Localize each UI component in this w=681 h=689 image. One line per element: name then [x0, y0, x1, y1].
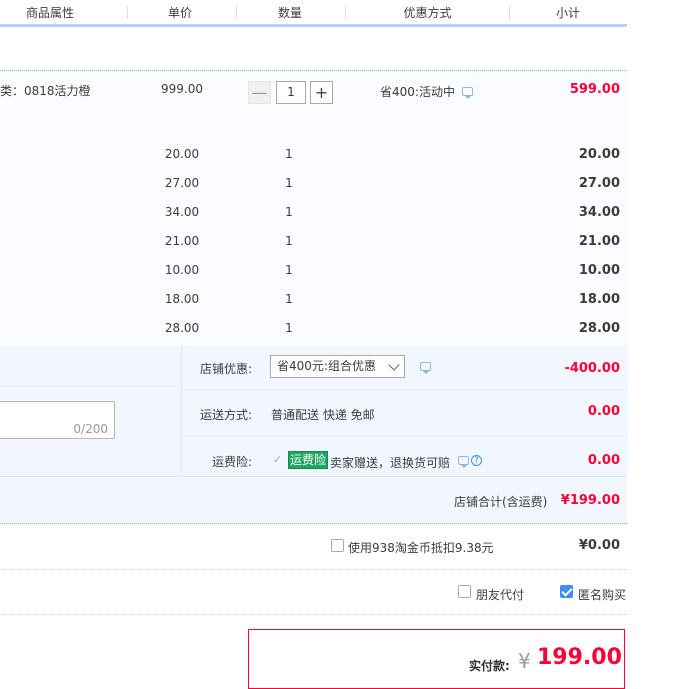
- gift-quantity: 1: [285, 263, 293, 277]
- message-icon[interactable]: [462, 87, 473, 99]
- gift-subtotal: 34.00: [578, 205, 620, 220]
- payment-currency: ¥: [518, 649, 531, 673]
- col-unit-price: 单价: [167, 6, 192, 20]
- shop-discount-label: 店铺优惠:: [199, 362, 252, 376]
- insurance-checkbox: ✓: [272, 453, 283, 466]
- help-icon[interactable]: ?: [471, 455, 482, 466]
- insurance-badge: 运费险: [288, 451, 329, 469]
- gift-unit-price: 20.00: [164, 147, 200, 161]
- message-icon[interactable]: [458, 456, 469, 468]
- shipping-label: 运送方式:: [199, 408, 252, 422]
- insurance-label: 运费险:: [211, 455, 252, 469]
- gift-subtotal: 20.00: [578, 147, 620, 162]
- item-subtotal: 599.00: [569, 82, 620, 97]
- shop-total-label: 店铺合计(含运费): [454, 495, 548, 509]
- gift-quantity: 1: [285, 147, 293, 161]
- shop-discount-select[interactable]: 省400元:组合优惠: [270, 355, 405, 378]
- gift-quantity: 1: [285, 321, 293, 335]
- col-divider: [509, 6, 510, 19]
- gift-quantity: 1: [285, 292, 293, 306]
- order-items-panel: [0, 70, 627, 347]
- row-divider: [0, 386, 181, 387]
- gift-quantity: 1: [285, 176, 293, 190]
- anonymous-purchase-checkbox[interactable]: [560, 585, 573, 598]
- divider: [0, 569, 627, 570]
- col-divider: [127, 6, 128, 19]
- item-unit-price: 999.00: [161, 82, 203, 96]
- shop-total-value: ¥199.00: [560, 493, 620, 508]
- buyer-memo-textarea[interactable]: 0/200: [0, 401, 115, 439]
- insurance-text: 卖家赠送，退换货可赔: [330, 456, 451, 470]
- gift-quantity: 1: [285, 234, 293, 248]
- col-divider: [236, 6, 237, 19]
- gift-quantity: 1: [285, 205, 293, 219]
- payment-amount: 199.00: [537, 645, 622, 670]
- shipping-amount: 0.00: [587, 404, 620, 419]
- quantity-input[interactable]: 1: [276, 81, 306, 104]
- col-discount: 优惠方式: [403, 6, 452, 20]
- gift-subtotal: 27.00: [578, 176, 620, 191]
- gift-unit-price: 28.00: [164, 321, 200, 335]
- coins-checkbox[interactable]: [331, 539, 344, 552]
- quantity-plus-button[interactable]: +: [310, 81, 333, 104]
- coins-label: 使用938淘金币抵扣9.38元: [348, 541, 494, 555]
- message-icon[interactable]: [420, 362, 431, 374]
- gift-unit-price: 27.00: [164, 176, 200, 190]
- anonymous-purchase-label: 匿名购买: [578, 588, 627, 602]
- col-subtotal: 小计: [555, 6, 580, 20]
- row-divider: [182, 389, 627, 390]
- gift-unit-price: 21.00: [164, 234, 200, 248]
- chevron-down-icon: [388, 359, 400, 371]
- memo-char-count: 0/200: [73, 422, 108, 436]
- order-table-header: 商品属性 单价 数量 优惠方式 小计: [0, 0, 627, 27]
- coins-amount: ¥0.00: [578, 538, 620, 553]
- gift-unit-price: 34.00: [164, 205, 200, 219]
- insurance-amount: 0.00: [587, 453, 620, 468]
- payment-label: 实付款:: [469, 659, 510, 673]
- friend-pay-checkbox[interactable]: [458, 585, 471, 598]
- gift-subtotal: 10.00: [578, 263, 620, 278]
- shop-discount-amount: -400.00: [564, 361, 620, 376]
- shipping-value: 普通配送 快递 免邮: [271, 408, 375, 422]
- col-divider: [345, 6, 346, 19]
- gift-unit-price: 10.00: [164, 263, 200, 277]
- gift-subtotal: 28.00: [578, 321, 620, 336]
- gift-unit-price: 18.00: [164, 292, 200, 306]
- row-divider: [182, 436, 627, 437]
- friend-pay-label: 朋友代付: [476, 588, 525, 602]
- quantity-minus-button[interactable]: —: [248, 81, 271, 104]
- gift-subtotal: 18.00: [578, 292, 620, 307]
- col-quantity: 数量: [277, 6, 302, 20]
- col-attribute: 商品属性: [25, 6, 74, 20]
- shop-discount-selected: 省400元:组合优惠: [277, 359, 376, 373]
- gift-subtotal: 21.00: [578, 234, 620, 249]
- divider: [0, 614, 627, 615]
- item-attribute: 类：0818活力橙: [0, 84, 91, 98]
- item-discount-text: 省400:活动中: [380, 85, 455, 99]
